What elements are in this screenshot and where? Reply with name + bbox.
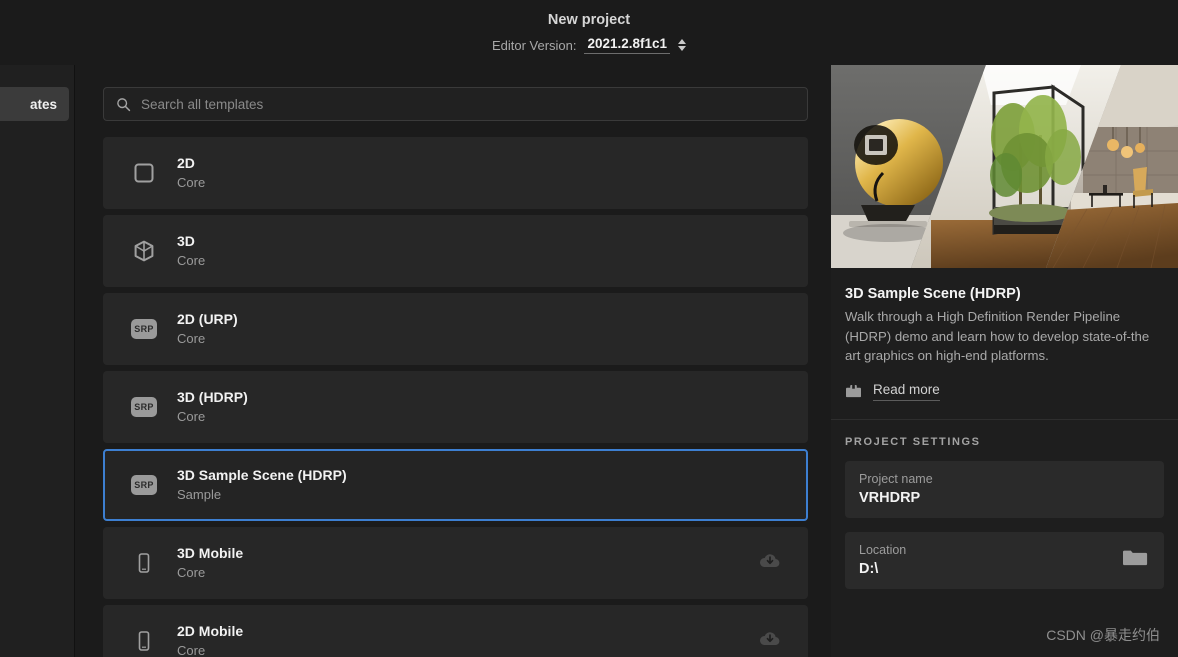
- srp-badge-label: SRP: [131, 319, 157, 339]
- location-label: Location: [859, 542, 907, 557]
- template-title: 3D Mobile: [177, 545, 244, 561]
- editor-version-label: Editor Version:: [491, 37, 577, 53]
- new-project-dialog: ATI6&8-I Julcaibo ATI6&8-I Julcaibo ATI6…: [0, 0, 1178, 657]
- cloud-download-icon[interactable]: [758, 629, 782, 654]
- template-subtitle: Core: [177, 409, 206, 424]
- template-title: 2D: [177, 155, 195, 171]
- page-title: New project: [547, 12, 631, 28]
- template-row-text: 3D Mobile Core: [177, 544, 243, 582]
- cube-icon: [125, 239, 163, 263]
- phone-icon: [125, 551, 163, 575]
- template-row-text: 2D (URP) Core: [177, 310, 238, 348]
- template-row-text: 2D Mobile Core: [177, 622, 243, 657]
- template-row-2d[interactable]: 2D Core: [103, 137, 808, 209]
- square-outline-icon: [125, 161, 163, 185]
- template-subtitle: Core: [177, 565, 206, 580]
- folder-icon[interactable]: [1122, 548, 1148, 573]
- csdn-watermark: CSDN @暴走约伯: [1046, 627, 1160, 643]
- sidebar-item-label: ates: [29, 96, 57, 112]
- template-title: 3D (HDRP): [177, 389, 248, 405]
- template-row-text: 3D Core: [177, 232, 205, 270]
- template-title: 2D (URP): [177, 311, 238, 327]
- sidebar: ates: [0, 65, 75, 657]
- template-row-2d-urp[interactable]: SRP 2D (URP) Core: [103, 293, 808, 365]
- srp-badge-icon: SRP: [125, 397, 163, 417]
- detail-title: 3D Sample Scene (HDRP): [845, 286, 1021, 302]
- template-preview-image: [831, 65, 1178, 268]
- cloud-download-icon[interactable]: [758, 551, 782, 576]
- details-panel: 3D Sample Scene (HDRP) Walk through a Hi…: [831, 65, 1178, 657]
- template-title: 2D Mobile: [177, 623, 244, 639]
- template-subtitle: Core: [177, 331, 206, 346]
- template-subtitle: Core: [177, 175, 206, 190]
- project-name-label: Project name: [859, 471, 933, 486]
- template-row-text: 3D (HDRP) Core: [177, 388, 248, 426]
- read-more-label: Read more: [873, 382, 940, 401]
- template-row-text: 3D Sample Scene (HDRP) Sample: [177, 466, 347, 504]
- project-settings: PROJECT SETTINGS Project name VRHDRP Loc…: [831, 420, 1178, 589]
- phone-icon: [125, 629, 163, 653]
- search-icon: [117, 97, 131, 111]
- editor-version-row: Editor Version: 2021.2.8f1c1: [0, 36, 1178, 54]
- search-input[interactable]: [141, 96, 807, 112]
- template-title: 3D: [177, 233, 195, 249]
- template-list: 2D Core 3D Core SRP 2D (URP) Core SRP 3D…: [103, 137, 808, 657]
- project-name-value[interactable]: VRHDRP: [859, 490, 1150, 506]
- project-settings-heading: PROJECT SETTINGS: [845, 435, 981, 448]
- template-detail: 3D Sample Scene (HDRP) Walk through a Hi…: [831, 268, 1178, 401]
- book-icon: [846, 383, 861, 397]
- location-field[interactable]: Location D:\: [845, 531, 1164, 589]
- template-title: 3D Sample Scene (HDRP): [177, 467, 347, 483]
- template-row-3d-sample-scene-hdrp[interactable]: SRP 3D Sample Scene (HDRP) Sample: [103, 449, 808, 521]
- location-value[interactable]: D:\: [859, 561, 1150, 577]
- template-row-3d[interactable]: 3D Core: [103, 215, 808, 287]
- template-row-3d-mobile[interactable]: 3D Mobile Core: [103, 527, 808, 599]
- sidebar-item-templates[interactable]: ates: [0, 87, 69, 121]
- read-more-link[interactable]: Read more: [845, 382, 1164, 401]
- template-row-text: 2D Core: [177, 154, 205, 192]
- template-row-2d-mobile[interactable]: 2D Mobile Core: [103, 605, 808, 657]
- srp-badge-label: SRP: [131, 475, 157, 495]
- dialog-header: New project Editor Version: 2021.2.8f1c1: [0, 0, 1178, 65]
- template-subtitle: Core: [177, 643, 206, 657]
- template-row-3d-hdrp[interactable]: SRP 3D (HDRP) Core: [103, 371, 808, 443]
- srp-badge-label: SRP: [131, 397, 157, 417]
- templates-panel: 2D Core 3D Core: [76, 65, 830, 657]
- editor-version-value[interactable]: 2021.2.8f1c1: [584, 36, 671, 54]
- srp-badge-icon: SRP: [125, 475, 163, 495]
- detail-description: Walk through a High Definition Render Pi…: [845, 309, 1150, 363]
- project-name-field[interactable]: Project name VRHDRP: [845, 460, 1164, 518]
- template-subtitle: Core: [177, 253, 206, 268]
- chevron-up-down-icon[interactable]: [678, 39, 687, 51]
- search-bar[interactable]: [103, 87, 808, 121]
- template-subtitle: Sample: [177, 487, 222, 502]
- srp-badge-icon: SRP: [125, 319, 163, 339]
